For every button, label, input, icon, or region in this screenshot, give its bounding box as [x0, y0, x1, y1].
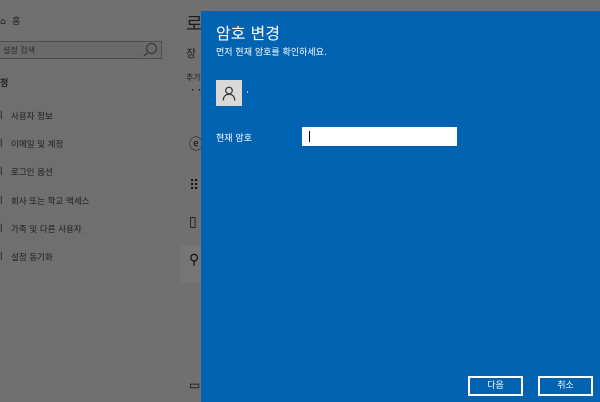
dialog-title: 암호 변경 [216, 24, 280, 43]
next-button[interactable]: 다음 [468, 376, 523, 396]
family-icon: ꟾ [0, 225, 3, 235]
sync-icon: ꟾ [0, 253, 3, 263]
sidebar-item-label: 로그인 옵션 [11, 168, 53, 178]
sidebar-item-label: 사용자 정보 [11, 112, 53, 122]
briefcase-icon: ꟾ [0, 197, 3, 207]
sidebar-item-email-accounts[interactable]: ꟾ 이메일 및 계정 [0, 138, 63, 150]
cancel-button[interactable]: 취소 [538, 376, 593, 396]
search-placeholder: 설정 검색 [3, 46, 35, 55]
picture-password-icon[interactable]: ▭ [189, 378, 200, 392]
sidebar-item-label: 이메일 및 계정 [11, 140, 64, 150]
section-label: 추가 [186, 73, 201, 82]
sidebar-section-heading: 정 [0, 79, 9, 89]
pin-keypad-icon[interactable]: ⠿ [189, 178, 199, 194]
password-key-icon: ⚲ [189, 252, 200, 268]
account-name-marker [247, 91, 248, 93]
home-icon: ⌂ [0, 17, 6, 27]
sidebar-item-user-info[interactable]: ꟾ 사용자 정보 [0, 110, 53, 122]
current-password-field[interactable] [302, 127, 457, 146]
person-icon: ꟾ [0, 112, 3, 122]
mail-icon: ꟾ [0, 140, 3, 150]
sidebar-home-label: 홈 [12, 17, 21, 27]
sidebar-item-label: 가족 및 다른 사용자 [11, 225, 82, 235]
page-subtitle: 장 [186, 47, 197, 60]
avatar [216, 80, 242, 106]
text-caret [309, 131, 310, 142]
sidebar-item-label: 설정 동기화 [11, 253, 53, 263]
security-key-icon[interactable]: ▯ [189, 214, 197, 230]
dialog-subtitle: 먼저 현재 암호를 확인하세요. [216, 48, 327, 58]
change-password-dialog: 암호 변경 먼저 현재 암호를 확인하세요. 현재 암호 다음 취소 [201, 11, 600, 402]
current-password-label: 현재 암호 [216, 134, 252, 144]
sidebar-item-work-school[interactable]: ꟾ 회사 또는 학교 액세스 [0, 195, 90, 207]
search-icon[interactable] [146, 43, 157, 54]
settings-sidebar: ⌂ 홈 설정 검색 정 ꟾ 사용자 정보 ꟾ 이메일 및 계정 ꟾ 로그인 옵션 ꟾ 회사… [0, 0, 172, 402]
sidebar-item-sync-settings[interactable]: ꟾ 설정 동기화 [0, 251, 53, 263]
key-icon: ꟾ [0, 168, 3, 178]
sidebar-item-home[interactable]: ⌂ 홈 [0, 14, 20, 27]
sidebar-item-sign-in-options[interactable]: ꟾ 로그인 옵션 [0, 166, 53, 178]
settings-search-input[interactable]: 설정 검색 [0, 41, 162, 59]
user-icon [222, 86, 236, 101]
sidebar-item-label: 회사 또는 학교 액세스 [11, 197, 90, 207]
sidebar-item-family-users[interactable]: ꟾ 가족 및 다른 사용자 [0, 223, 82, 235]
